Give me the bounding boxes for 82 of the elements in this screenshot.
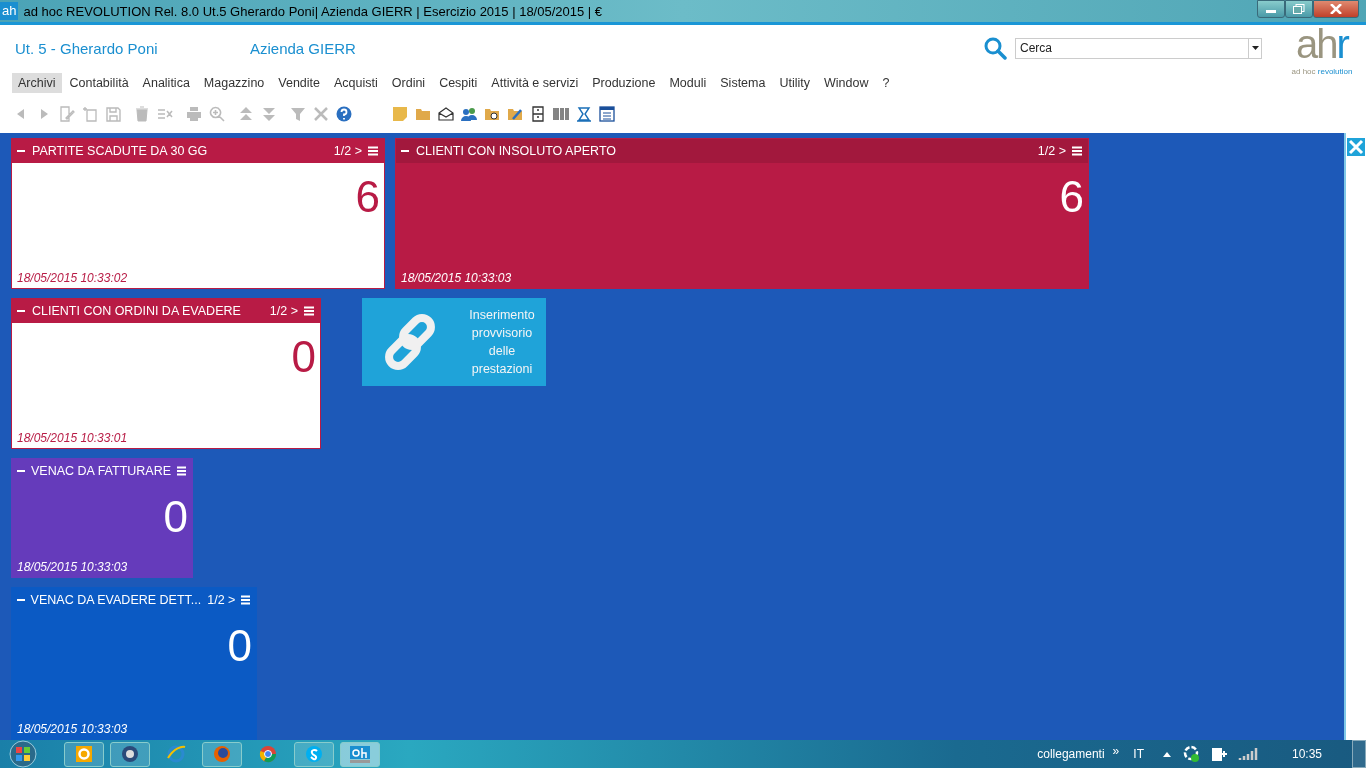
tray-expand-icon[interactable] [1161, 750, 1172, 758]
widget-value: 6 [354, 171, 381, 222]
restore-icon [1293, 4, 1305, 14]
widget-value: 0 [290, 331, 317, 382]
menu-item[interactable]: Moduli [663, 73, 713, 93]
taskbar-button[interactable] [110, 741, 150, 767]
browser-icon [258, 744, 278, 764]
menu-item[interactable]: Vendite [272, 73, 326, 93]
clock[interactable]: 10:35 [1291, 747, 1322, 761]
help-icon[interactable] [336, 106, 352, 122]
menu-item[interactable]: Analitica [136, 73, 196, 93]
menu-item[interactable]: Ordini [385, 73, 432, 93]
menu-item[interactable]: Attività e servizi [485, 73, 585, 93]
widget-title: CLIENTI CON INSOLUTO APERTO [416, 144, 618, 158]
menu-item[interactable]: Cespiti [433, 73, 484, 93]
menu-item[interactable]: Archivi [12, 73, 62, 93]
chat-app-icon [304, 744, 324, 764]
cabinet-icon[interactable] [530, 106, 546, 122]
menu-item[interactable]: Magazzino [197, 73, 271, 93]
barcode-icon[interactable] [553, 106, 569, 122]
mail-app-icon [74, 744, 94, 764]
dropdown-button[interactable] [1248, 37, 1262, 59]
app-icon: ah [0, 2, 19, 20]
menu-icon[interactable] [368, 146, 378, 156]
pager-link[interactable]: 1/2 > [207, 593, 236, 607]
app-icon [349, 744, 371, 764]
browser-icon [212, 744, 232, 764]
taskbar-button[interactable] [202, 741, 242, 767]
menu-icon[interactable] [1072, 146, 1082, 156]
close-icon [1330, 4, 1342, 14]
show-desktop-button[interactable] [1352, 740, 1366, 768]
restore-button[interactable] [1285, 0, 1313, 18]
widget-title: VENAC DA EVADERE DETT... [30, 593, 202, 607]
widget-timestamp: 18/05/2015 10:33:03 [400, 271, 513, 287]
widget-title: VENAC DA FATTURARE [30, 464, 172, 478]
signal-icon[interactable] [1237, 747, 1258, 761]
language-indicator[interactable]: IT [1133, 747, 1144, 761]
users-icon[interactable] [461, 106, 477, 122]
widget-timestamp: 18/05/2015 10:33:03 [16, 560, 129, 576]
widget-title: CLIENTI CON ORDINI DA EVADERE [32, 304, 242, 318]
menu-item[interactable]: Produzione [586, 73, 662, 93]
close-button[interactable] [1313, 0, 1359, 18]
start-button[interactable] [6, 740, 40, 768]
widget-timestamp: 18/05/2015 10:33:01 [16, 431, 129, 447]
taskbar-button[interactable] [294, 741, 334, 767]
sync-icon[interactable] [1181, 745, 1200, 763]
taskbar-button[interactable] [64, 741, 104, 767]
toolbar-expand[interactable]: » [1112, 744, 1120, 758]
widget-value: 0 [162, 491, 189, 542]
search-field[interactable]: Cerca [1015, 37, 1248, 59]
folder-edit-icon[interactable] [507, 106, 523, 122]
company-name: Azienda GIERR [250, 39, 356, 57]
user-name: Ut. 5 - Gherardo Poni [15, 39, 159, 57]
minimize-button[interactable] [1257, 0, 1285, 18]
folder-search-icon[interactable] [484, 106, 500, 122]
taskbar-button[interactable] [340, 741, 380, 767]
toolbar-label[interactable]: collegamenti [1037, 747, 1105, 761]
menu-item[interactable]: Utility [773, 73, 816, 93]
menu-icon[interactable] [304, 306, 314, 316]
envelope-icon[interactable] [438, 106, 454, 122]
pager-link[interactable]: 1/2 > [1037, 144, 1066, 158]
menu-item[interactable]: ? [876, 73, 896, 93]
widget-timestamp: 18/05/2015 10:33:02 [16, 271, 129, 287]
widget-value: 0 [226, 620, 253, 671]
menu-icon[interactable] [241, 595, 250, 605]
globe-icon [120, 744, 140, 764]
pager-link[interactable]: 1/2 > [269, 304, 298, 318]
widget-timestamp: 18/05/2015 10:33:03 [16, 722, 129, 738]
search-icon[interactable] [983, 36, 1007, 60]
menu-item[interactable]: Sistema [714, 73, 772, 93]
calendar-icon[interactable] [599, 106, 615, 122]
browser-icon [166, 744, 186, 764]
widget-value: 6 [1058, 171, 1085, 222]
caret-icon [1251, 46, 1259, 50]
menu-item[interactable]: Acquisti [328, 73, 384, 93]
app-logo: ahr ad hoc revolution [1290, 21, 1354, 76]
pager-link[interactable]: 1/2 > [333, 144, 362, 158]
menu-item[interactable]: Contabilità [63, 73, 135, 93]
widget-title: PARTITE SCADUTE DA 30 GG [32, 144, 209, 158]
menu-icon[interactable] [177, 466, 186, 476]
window-title: ad hoc REVOLUTION Rel. 8.0 Ut.5 Gherardo Poni| Azienda GIERR | Esercizio 2015 | 18/05/2015 | € [23, 3, 603, 19]
menu-item[interactable]: Window [818, 73, 875, 93]
